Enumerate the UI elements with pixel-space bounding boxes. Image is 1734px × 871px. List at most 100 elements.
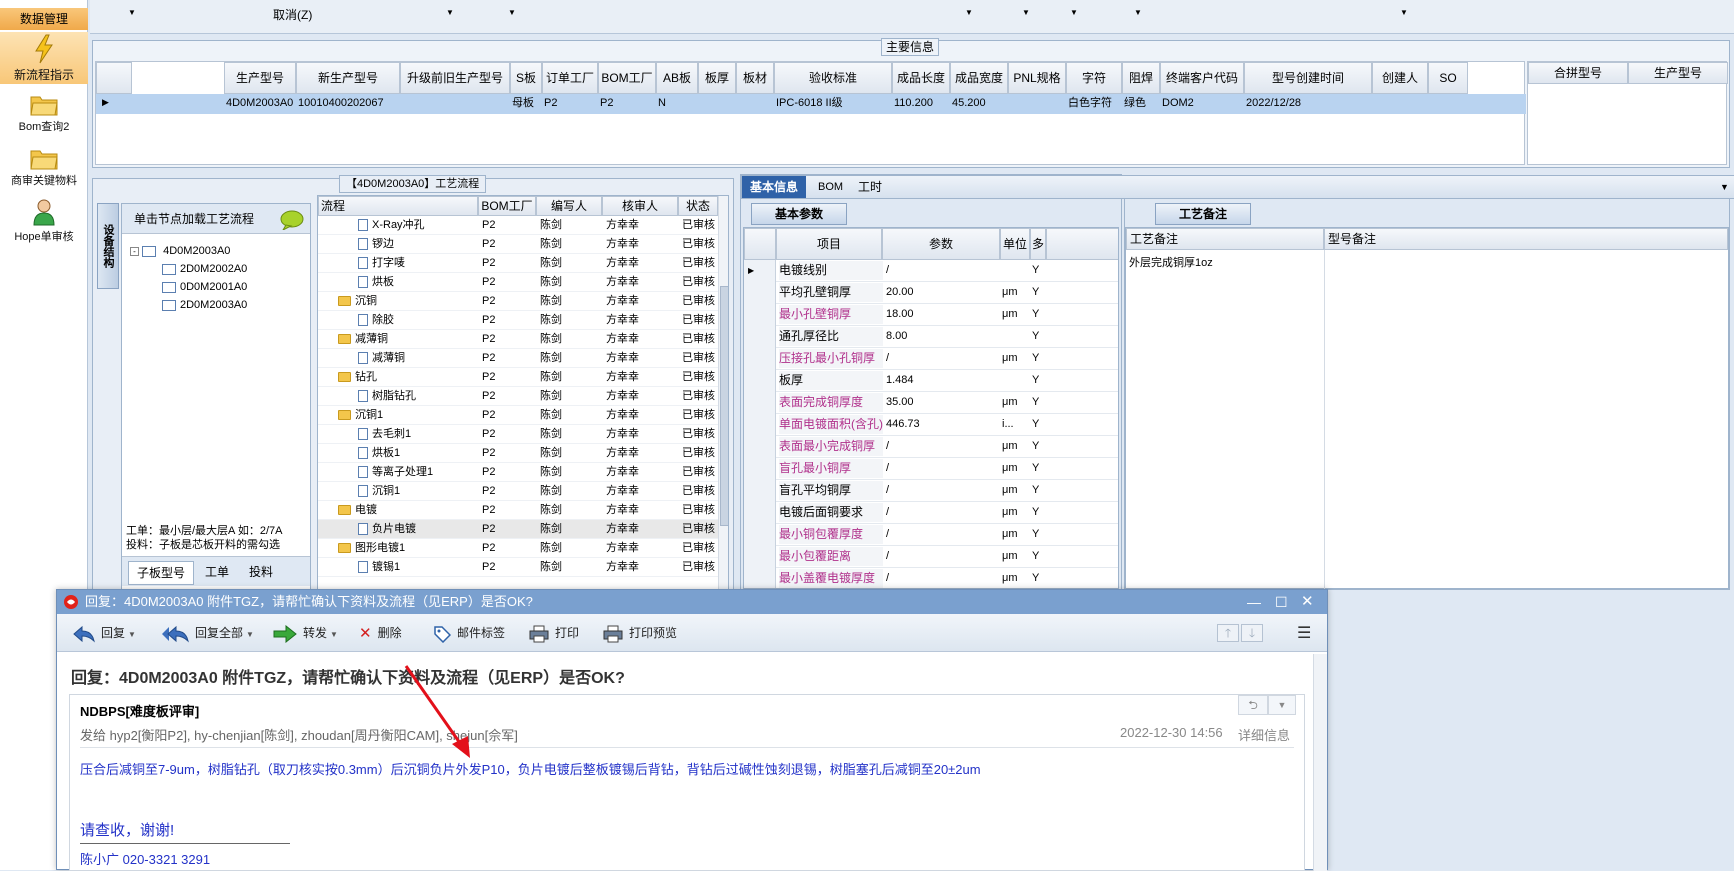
row-header[interactable] xyxy=(744,524,776,546)
table-cell[interactable]: / xyxy=(886,569,998,588)
table-cell[interactable]: Y xyxy=(1032,459,1046,478)
table-row[interactable]: 最小包覆距离 / μm Y xyxy=(744,546,1118,568)
table-cell[interactable]: 8.00 xyxy=(886,327,998,346)
column-header[interactable]: 板厚 xyxy=(698,62,736,94)
table-cell[interactable]: 表面最小完成铜厚 xyxy=(779,437,883,456)
column-header[interactable]: PNL规格 xyxy=(1008,62,1066,94)
table-row[interactable]: 树脂钻孔 P2 陈剑 方幸幸 已审核 xyxy=(318,387,718,406)
email-scrollbar[interactable] xyxy=(1313,654,1327,871)
table-cell[interactable]: 最小孔壁铜厚 xyxy=(779,305,883,324)
table-row[interactable]: ▶ 电镀线别 / Y xyxy=(744,260,1118,282)
table-cell[interactable]: 18.00 xyxy=(886,305,998,324)
print-button[interactable]: 打印 xyxy=(529,614,579,652)
row-header[interactable] xyxy=(744,502,776,524)
table-cell[interactable]: μm xyxy=(1002,569,1030,588)
table-cell[interactable]: 35.00 xyxy=(886,393,998,412)
column-header[interactable]: 升级前旧生产型号 xyxy=(400,62,510,94)
table-row[interactable]: 板厚 1.484 Y xyxy=(744,370,1118,392)
row-header[interactable] xyxy=(744,458,776,480)
col-production-model[interactable]: 生产型号 xyxy=(1628,62,1728,84)
table-row[interactable]: 表面完成铜厚度 35.00 μm Y xyxy=(744,392,1118,414)
table-row[interactable]: 平均孔壁铜厚 20.00 μm Y xyxy=(744,282,1118,304)
tree-node[interactable]: 2D0M2003A0 xyxy=(162,296,247,314)
table-cell[interactable]: 表面完成铜厚度 xyxy=(779,393,883,412)
table-cell[interactable]: μm xyxy=(1002,547,1030,566)
selected-row[interactable]: ▶ 4D0M2003A0 10010400202067 母板 P2 P2 N IPC-601… xyxy=(96,94,1526,114)
col-process-notes[interactable]: 工艺备注 xyxy=(1126,228,1324,250)
table-cell[interactable]: 绿色 xyxy=(1124,94,1160,113)
table-cell[interactable]: μm xyxy=(1002,305,1030,324)
scroll-thumb[interactable] xyxy=(720,286,728,526)
table-cell[interactable]: 单面电镀面积(含孔) xyxy=(779,415,883,434)
caret-icon[interactable]: ▼ xyxy=(246,630,254,639)
down-arrow-icon[interactable]: 🡓 xyxy=(1241,624,1263,642)
table-row[interactable]: 最小盖覆电镀厚度 / μm Y xyxy=(744,568,1118,588)
table-row[interactable]: 除胶 P2 陈剑 方幸幸 已审核 xyxy=(318,311,718,330)
table-cell[interactable]: 4D0M2003A0 xyxy=(226,94,296,113)
table-cell[interactable]: Y xyxy=(1032,481,1046,500)
tab-basic-info[interactable]: 基本信息 xyxy=(742,176,807,198)
caret-icon[interactable]: ▼ xyxy=(330,630,338,639)
table-cell[interactable]: Y xyxy=(1032,305,1046,324)
row-header[interactable] xyxy=(744,414,776,436)
row-header[interactable] xyxy=(744,370,776,392)
email-details-link[interactable]: 详细信息 xyxy=(1238,725,1290,744)
table-cell[interactable]: i... xyxy=(1002,415,1030,434)
table-cell[interactable]: 盲孔平均铜厚 xyxy=(779,481,883,500)
table-row[interactable]: 电镀 P2 陈剑 方幸幸 已审核 xyxy=(318,501,718,520)
row-header[interactable] xyxy=(744,480,776,502)
list-menu-icon[interactable]: ☰ xyxy=(1297,623,1311,643)
dropdown-arrow-icon[interactable]: ▼ xyxy=(1134,8,1142,17)
tab-work-order[interactable]: 工单 xyxy=(196,561,238,585)
minimize-icon[interactable]: — xyxy=(1247,590,1261,614)
table-cell[interactable]: μm xyxy=(1002,393,1030,412)
table-cell[interactable]: P2 xyxy=(600,94,656,113)
table-cell[interactable]: μm xyxy=(1002,437,1030,456)
row-header[interactable] xyxy=(744,392,776,414)
table-cell[interactable]: 45.200 xyxy=(952,94,1008,113)
table-cell[interactable]: Y xyxy=(1032,283,1046,302)
row-header[interactable] xyxy=(744,326,776,348)
table-cell[interactable]: / xyxy=(886,525,998,544)
table-row[interactable]: 表面最小完成铜厚 / μm Y xyxy=(744,436,1118,458)
tree-node[interactable]: 2D0M2002A0 xyxy=(162,260,247,278)
table-cell[interactable]: / xyxy=(886,261,998,280)
table-row[interactable]: 沉铜1 P2 陈剑 方幸幸 已审核 xyxy=(318,482,718,501)
table-cell[interactable]: Y xyxy=(1032,547,1046,566)
tab-feeding[interactable]: 投料 xyxy=(240,561,282,585)
reply-all-button[interactable]: 回复全部 ▼ xyxy=(161,614,254,652)
dropdown-arrow-icon[interactable]: ▼ xyxy=(965,8,973,17)
tree-node-root[interactable]: - 4D0M2003A0 xyxy=(130,242,230,260)
table-row[interactable]: 单面电镀面积(含孔) 446.73 i... Y xyxy=(744,414,1118,436)
table-cell[interactable]: IPC-6018 II级 xyxy=(776,94,892,113)
table-row[interactable]: 压接孔最小孔铜厚 / μm Y xyxy=(744,348,1118,370)
up-arrow-icon[interactable]: 🡑 xyxy=(1217,624,1239,642)
tab-work-hours[interactable]: 工时 xyxy=(850,176,890,198)
maximize-icon[interactable]: ☐ xyxy=(1275,590,1288,614)
table-cell[interactable]: 最小铜包覆厚度 xyxy=(779,525,883,544)
table-cell[interactable]: Y xyxy=(1032,393,1046,412)
vertical-scrollbar[interactable] xyxy=(718,196,728,590)
process-notes-value[interactable]: 外层完成铜厚1oz xyxy=(1129,254,1213,270)
table-cell[interactable]: 2022/12/28 xyxy=(1246,94,1372,113)
row-header[interactable]: ▶ xyxy=(744,260,776,282)
table-cell[interactable]: 平均孔壁铜厚 xyxy=(779,283,883,302)
dropdown-arrow-icon[interactable]: ▼ xyxy=(446,8,454,17)
table-cell[interactable]: μm xyxy=(1002,459,1030,478)
nav-item-hope-review[interactable]: Hope单审核 xyxy=(0,198,88,248)
table-row[interactable]: 电镀后面铜要求 / μm Y xyxy=(744,502,1118,524)
row-header[interactable] xyxy=(744,568,776,588)
dropdown-arrow-icon[interactable]: ▼ xyxy=(1070,8,1078,17)
reply-small-button[interactable]: ⮌ xyxy=(1238,695,1268,715)
column-header[interactable]: 参数 xyxy=(882,228,1000,260)
table-cell[interactable]: 20.00 xyxy=(886,283,998,302)
col-merge-model[interactable]: 合拼型号 xyxy=(1528,62,1628,84)
table-cell[interactable]: 盲孔最小铜厚 xyxy=(779,459,883,478)
reply-button[interactable]: 回复 ▼ xyxy=(73,614,136,652)
table-row[interactable]: 沉铜1 P2 陈剑 方幸幸 已审核 xyxy=(318,406,718,425)
table-cell[interactable]: 1.484 xyxy=(886,371,998,390)
more-small-button[interactable]: ▼ xyxy=(1268,695,1296,715)
column-header[interactable]: 成品长度 xyxy=(892,62,950,94)
column-header[interactable] xyxy=(1046,228,1118,260)
column-header[interactable]: 流程 xyxy=(318,196,478,216)
